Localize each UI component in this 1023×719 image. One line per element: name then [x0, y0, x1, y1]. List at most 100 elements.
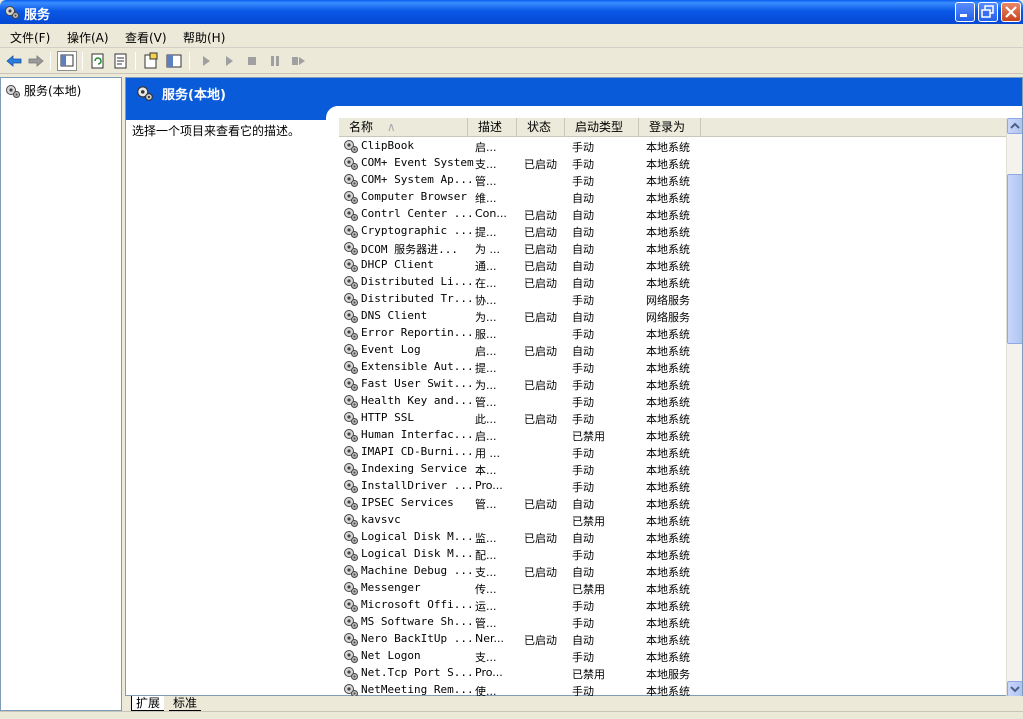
table-row[interactable]: Microsoft Offi... 运... 手动 本地系统: [339, 597, 1005, 614]
service-name: Distributed Tr...: [361, 292, 474, 305]
menu-view[interactable]: 查看(V): [125, 29, 167, 46]
menu-action[interactable]: 操作(A): [67, 29, 109, 46]
menu-file[interactable]: 文件(F): [10, 29, 50, 46]
table-row[interactable]: Nero BackItUp ... Ner... 已启动 自动 本地系统: [339, 631, 1005, 648]
table-row[interactable]: Net.Tcp Port S... Pro... 已禁用 本地服务: [339, 665, 1005, 682]
column-header-status[interactable]: 状态: [517, 118, 565, 137]
service-startup-type: 自动: [572, 345, 594, 358]
table-row[interactable]: Fast User Swit... 为... 已启动 手动 本地系统: [339, 376, 1005, 393]
service-description: 维...: [475, 192, 497, 205]
column-header-name[interactable]: 名称 ∧: [339, 118, 468, 137]
vertical-scrollbar[interactable]: [1006, 118, 1022, 697]
service-startup-type: 手动: [572, 413, 594, 426]
gears-icon: [344, 293, 358, 306]
service-description: 管...: [475, 498, 497, 511]
table-row[interactable]: Human Interfac... 启... 已禁用 本地系统: [339, 427, 1005, 444]
scroll-down-button[interactable]: [1007, 681, 1022, 697]
table-row[interactable]: DNS Client 为... 已启动 自动 网络服务: [339, 308, 1005, 325]
table-row[interactable]: Indexing Service 本... 手动 本地系统: [339, 461, 1005, 478]
properties-icon[interactable]: [141, 51, 161, 71]
service-name: Indexing Service: [361, 462, 467, 475]
service-startup-type: 自动: [572, 209, 594, 222]
toolbar-separator: [189, 52, 190, 70]
gears-icon: [344, 667, 358, 680]
restart-service-icon[interactable]: [288, 51, 308, 71]
column-header-desc[interactable]: 描述: [468, 118, 517, 137]
start-service-alt-icon[interactable]: [219, 51, 239, 71]
gears-icon: [344, 395, 358, 408]
table-row[interactable]: Net Logon 支... 手动 本地系统: [339, 648, 1005, 665]
back-arrow-icon[interactable]: [4, 51, 24, 71]
service-startup-type: 自动: [572, 277, 594, 290]
table-row[interactable]: Computer Browser 维... 自动 本地系统: [339, 189, 1005, 206]
service-name: Microsoft Offi...: [361, 598, 474, 611]
table-row[interactable]: DHCP Client 通... 已启动 自动 本地系统: [339, 257, 1005, 274]
minimize-button[interactable]: [955, 2, 975, 22]
restore-button[interactable]: [978, 2, 998, 22]
table-row[interactable]: IPSEC Services 管... 已启动 自动 本地系统: [339, 495, 1005, 512]
table-row[interactable]: Distributed Tr... 协... 手动 网络服务: [339, 291, 1005, 308]
stop-service-icon[interactable]: [242, 51, 262, 71]
table-row[interactable]: Health Key and... 管... 手动 本地系统: [339, 393, 1005, 410]
service-logon-as: 本地系统: [646, 192, 690, 205]
service-startup-type: 手动: [572, 175, 594, 188]
table-row[interactable]: Event Log 启... 已启动 自动 本地系统: [339, 342, 1005, 359]
table-row[interactable]: Machine Debug ... 支... 已启动 自动 本地系统: [339, 563, 1005, 580]
gears-icon: [344, 684, 358, 697]
forward-arrow-icon[interactable]: [26, 51, 46, 71]
service-status: 已启动: [524, 158, 557, 171]
table-row[interactable]: Contrl Center ... Con... 已启动 自动 本地系统: [339, 206, 1005, 223]
column-header-startup[interactable]: 启动类型: [565, 118, 639, 137]
table-row[interactable]: InstallDriver ... Pro... 手动 本地系统: [339, 478, 1005, 495]
service-status: 已启动: [524, 413, 557, 426]
export-list-icon[interactable]: [111, 51, 131, 71]
service-description: 支...: [475, 158, 497, 171]
service-startup-type: 手动: [572, 685, 594, 697]
services-list[interactable]: 名称 ∧ 描述 状态 启动类型 登录为 ClipBook 启... 手动 本地系统 CO…: [339, 118, 1022, 697]
help-icon[interactable]: [164, 51, 184, 71]
gears-icon: [344, 446, 358, 459]
view-tabs: 扩展 标准: [125, 696, 1023, 711]
scroll-up-button[interactable]: [1007, 118, 1022, 134]
table-row[interactable]: HTTP SSL 此... 已启动 手动 本地系统: [339, 410, 1005, 427]
show-hide-tree-button[interactable]: [57, 51, 77, 71]
service-name: DCOM 服务器进...: [361, 243, 458, 256]
service-description: 支...: [475, 566, 497, 579]
service-name: Net.Tcp Port S...: [361, 666, 474, 679]
table-row[interactable]: Extensible Aut... 提... 手动 本地系统: [339, 359, 1005, 376]
tab-standard[interactable]: 标准: [169, 696, 202, 711]
table-row[interactable]: kavsvc 已禁用 本地系统: [339, 512, 1005, 529]
table-row[interactable]: Logical Disk M... 监... 已启动 自动 本地系统: [339, 529, 1005, 546]
pause-service-icon[interactable]: [265, 51, 285, 71]
table-row[interactable]: ClipBook 启... 手动 本地系统: [339, 138, 1005, 155]
tree-item-label: 服务(本地): [24, 84, 82, 98]
table-row[interactable]: MS Software Sh... 管... 手动 本地系统: [339, 614, 1005, 631]
table-row[interactable]: DCOM 服务器进... 为 ... 已启动 自动 本地系统: [339, 240, 1005, 257]
scroll-thumb[interactable]: [1007, 174, 1022, 344]
column-header-logon[interactable]: 登录为: [639, 118, 701, 137]
service-name: ClipBook: [361, 139, 414, 152]
table-row[interactable]: IMAPI CD-Burni... 用 ... 手动 本地系统: [339, 444, 1005, 461]
service-startup-type: 已禁用: [572, 583, 605, 596]
tree-item-services-local[interactable]: 服务(本地): [5, 82, 81, 99]
service-description: 用 ...: [475, 447, 500, 460]
table-row[interactable]: Messenger 传... 已禁用 本地系统: [339, 580, 1005, 597]
table-row[interactable]: COM+ Event System 支... 已启动 手动 本地系统: [339, 155, 1005, 172]
tab-extended[interactable]: 扩展: [131, 696, 165, 711]
title-bar[interactable]: 服务: [0, 0, 1023, 24]
menu-help[interactable]: 帮助(H): [183, 29, 225, 46]
service-startup-type: 手动: [572, 141, 594, 154]
table-row[interactable]: NetMeeting Rem... 使... 手动 本地系统: [339, 682, 1005, 697]
close-button[interactable]: [1001, 2, 1021, 22]
table-row[interactable]: Logical Disk M... 配... 手动 本地系统: [339, 546, 1005, 563]
table-row[interactable]: Cryptographic ... 提... 已启动 自动 本地系统: [339, 223, 1005, 240]
service-startup-type: 手动: [572, 447, 594, 460]
start-service-icon[interactable]: [196, 51, 216, 71]
refresh-icon[interactable]: [88, 51, 108, 71]
service-name: Messenger: [361, 581, 421, 594]
table-row[interactable]: COM+ System Ap... 管... 手动 本地系统: [339, 172, 1005, 189]
service-logon-as: 本地系统: [646, 515, 690, 528]
table-row[interactable]: Error Reportin... 服... 手动 本地系统: [339, 325, 1005, 342]
gears-icon: [344, 259, 358, 272]
table-row[interactable]: Distributed Li... 在... 已启动 自动 本地系统: [339, 274, 1005, 291]
